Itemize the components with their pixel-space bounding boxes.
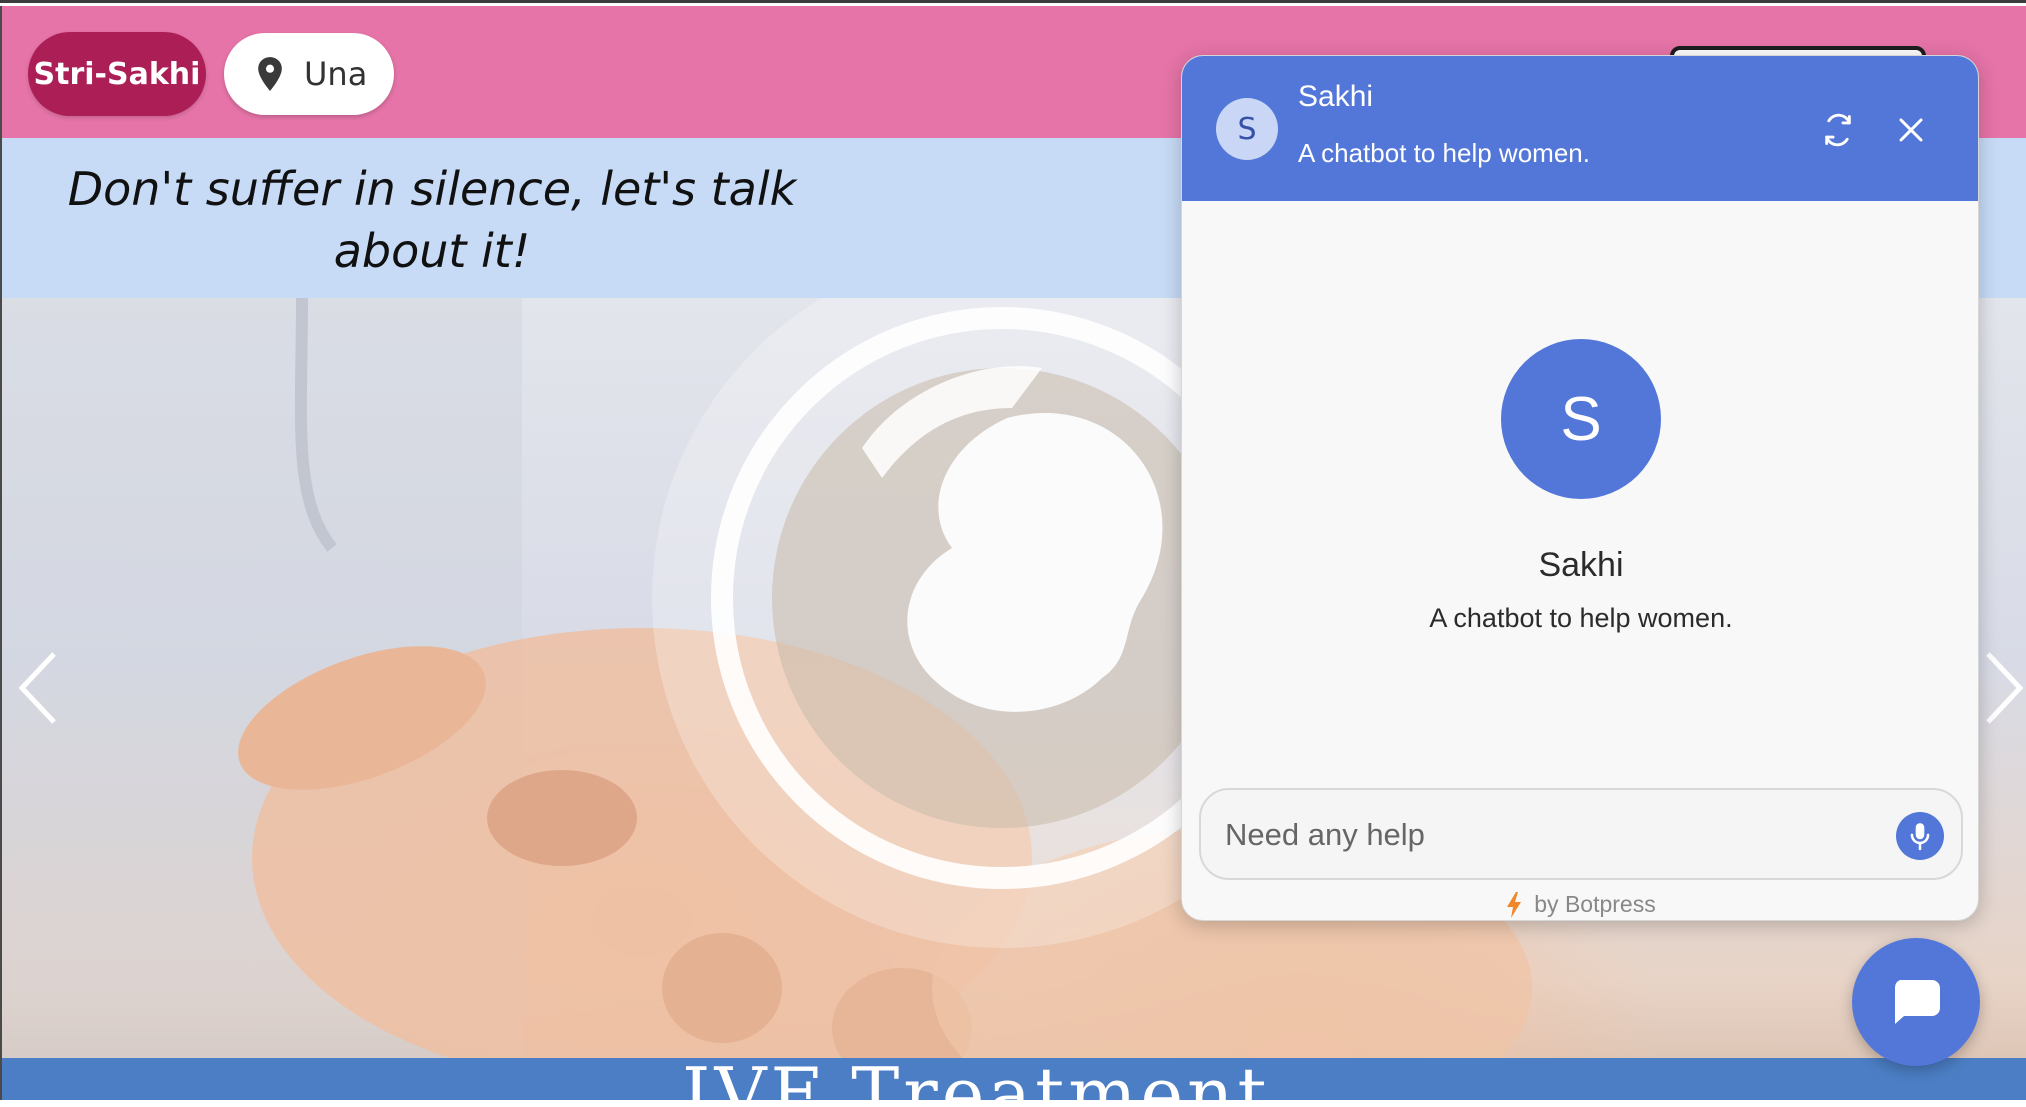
chat-bubble-icon bbox=[1894, 980, 1940, 1024]
powered-by-text: by Botpress bbox=[1534, 891, 1656, 917]
carousel-prev-icon[interactable] bbox=[14, 648, 64, 728]
bot-avatar-large: S bbox=[1501, 339, 1661, 499]
bot-name: Sakhi bbox=[1538, 546, 1624, 584]
microphone-icon bbox=[1910, 823, 1930, 851]
refresh-button[interactable] bbox=[1818, 110, 1858, 150]
location-label: Una bbox=[304, 55, 368, 93]
hero-caption-text: IVF Treatment bbox=[682, 1058, 1271, 1100]
lightning-bolt-icon bbox=[1507, 891, 1522, 918]
tagline-text: Don't suffer in silence, let's talk abou… bbox=[67, 162, 797, 278]
carousel-next-icon[interactable] bbox=[1978, 648, 2026, 728]
chat-window: S Sakhi A chatbot to help women. S Sakhi… bbox=[1181, 55, 1979, 921]
chat-body: S Sakhi A chatbot to help women. by Botp… bbox=[1182, 201, 1978, 920]
hero-caption-banner: IVF Treatment bbox=[2, 1058, 2026, 1100]
powered-by-link[interactable]: by Botpress bbox=[1182, 891, 1978, 918]
voice-input-button[interactable] bbox=[1896, 812, 1944, 860]
chat-header-subtitle: A chatbot to help women. bbox=[1298, 138, 1590, 168]
map-pin-icon bbox=[258, 57, 282, 91]
page-bottom-edge bbox=[0, 1100, 2026, 1107]
location-selector[interactable]: Una bbox=[224, 33, 394, 115]
close-button[interactable] bbox=[1891, 110, 1931, 150]
message-input[interactable] bbox=[1225, 808, 1845, 862]
chat-header: S Sakhi A chatbot to help women. bbox=[1182, 56, 1978, 201]
bot-description: A chatbot to help women. bbox=[1429, 603, 1733, 633]
chat-header-title: Sakhi bbox=[1298, 80, 1374, 113]
brand-logo[interactable]: Stri-Sakhi bbox=[28, 32, 206, 116]
bot-avatar-small: S bbox=[1216, 98, 1278, 160]
message-composer bbox=[1199, 788, 1963, 880]
refresh-icon bbox=[1825, 113, 1851, 147]
chat-launcher-button[interactable] bbox=[1852, 938, 1980, 1066]
close-icon bbox=[1899, 118, 1923, 142]
